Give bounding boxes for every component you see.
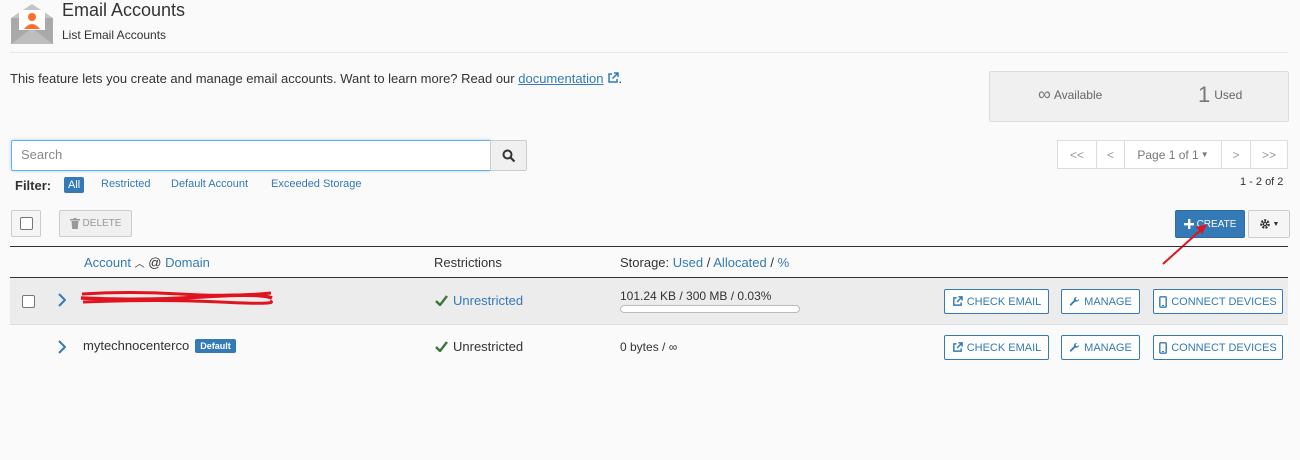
default-badge: Default [195,339,236,353]
used-label: Used [1214,88,1243,102]
available-value: ∞ [1038,84,1051,104]
documentation-link[interactable]: documentation [518,71,603,86]
wrench-icon [1069,296,1080,306]
prev-page-button[interactable]: < [1096,140,1125,169]
mobile-device-icon [1159,341,1168,354]
mobile-device-icon [1159,295,1168,308]
connect-devices-button[interactable]: CONNECT DEVICES [1153,289,1283,314]
annotation-arrow-icon [1162,224,1207,265]
redaction-scribble [80,291,273,305]
sort-domain[interactable]: Domain [165,255,210,270]
expand-chevron-icon[interactable] [58,340,67,359]
column-restrictions[interactable]: Restrictions [434,255,502,270]
intro-text: This feature lets you create and manage … [10,71,622,86]
filter-default-account[interactable]: Default Account [171,178,248,190]
search-input[interactable] [12,141,490,168]
manage-button[interactable]: MANAGE [1061,289,1140,314]
check-icon [435,295,448,306]
caret-down-icon: ▼ [1272,220,1280,228]
account-name[interactable]: mytechnocenterco [83,338,189,353]
filter-restricted[interactable]: Restricted [101,178,151,190]
filter-exceeded-storage[interactable]: Exceeded Storage [271,178,362,190]
account-stats-panel: ∞ Available 1 Used [989,71,1289,122]
column-storage: Storage: Used / Allocated / % [620,255,790,270]
sort-asc-icon: ︿ [134,259,145,270]
pagination: << < Page 1 of 1 ▼ > >> [1057,140,1288,169]
storage-prefix: Storage: [620,255,670,270]
manage-button[interactable]: MANAGE [1061,335,1140,360]
row-checkbox[interactable] [22,295,35,308]
expand-chevron-icon[interactable] [58,293,67,312]
account-name-cell: mytechnocenterco Default [83,338,236,353]
available-stat: ∞ Available [1038,84,1102,105]
restriction-status: Unrestricted [435,293,523,308]
wrench-icon [1069,342,1080,352]
search-button[interactable] [490,140,527,171]
search-box [11,140,491,171]
first-page-button[interactable]: << [1057,140,1097,169]
select-all-checkbox[interactable] [11,210,41,237]
check-email-label: CHECK EMAIL [966,295,1042,308]
trash-icon [69,218,80,229]
column-account-domain[interactable]: Account ︿ @ Domain [84,255,210,270]
connect-devices-button[interactable]: CONNECT DEVICES [1153,335,1283,360]
sort-storage-used[interactable]: Used [673,255,703,270]
page-select-label: Page 1 of 1 [1137,147,1199,162]
search-icon [502,149,515,162]
page-select[interactable]: Page 1 of 1 ▼ [1124,140,1222,169]
intro-description: This feature lets you create and manage … [10,71,519,86]
connect-devices-label: CONNECT DEVICES [1171,295,1277,308]
page-subtitle: List Email Accounts [62,28,167,42]
last-page-button[interactable]: >> [1250,140,1288,169]
column-at: @ [148,255,162,270]
filter-all[interactable]: All [64,177,85,193]
caret-down-icon: ▼ [1200,150,1209,159]
next-page-button[interactable]: > [1221,140,1251,169]
delete-label: DELETE [82,218,122,229]
external-link-icon [607,72,619,84]
external-link-icon [952,296,963,306]
sort-account[interactable]: Account [84,255,131,270]
manage-label: MANAGE [1084,295,1132,308]
sort-storage-allocated[interactable]: Allocated [713,255,766,270]
manage-label: MANAGE [1084,341,1132,354]
storage-usage: 101.24 KB / 300 MB / 0.03% [620,289,772,303]
select-all-box [19,217,33,230]
settings-dropdown-button[interactable]: ▼ [1248,210,1290,238]
results-range: 1 - 2 of 2 [1240,176,1284,188]
storage-progress-bar [620,305,800,313]
table-header-top-border [10,246,1288,247]
intro-tail: . [618,71,623,86]
page-title: Email Accounts [62,0,186,20]
used-value: 1 [1198,82,1211,107]
restriction-label[interactable]: Unrestricted [453,293,523,308]
connect-devices-label: CONNECT DEVICES [1171,341,1277,354]
check-icon [435,341,448,352]
restriction-label: Unrestricted [453,339,524,354]
check-email-button[interactable]: CHECK EMAIL [944,335,1049,360]
email-accounts-app-icon [10,2,54,44]
external-link-icon [952,342,963,352]
storage-usage: 0 bytes / ∞ [620,340,678,354]
delete-button[interactable]: DELETE [59,210,132,237]
restriction-status: Unrestricted [435,339,523,354]
header-divider [10,52,1288,53]
gear-icon [1259,219,1270,229]
filter-label: Filter: [15,178,52,193]
available-label: Available [1053,88,1103,102]
used-stat: 1 Used [1198,82,1242,108]
check-email-button[interactable]: CHECK EMAIL [944,289,1049,314]
sort-storage-percent[interactable]: % [778,255,790,270]
check-email-label: CHECK EMAIL [966,341,1042,354]
